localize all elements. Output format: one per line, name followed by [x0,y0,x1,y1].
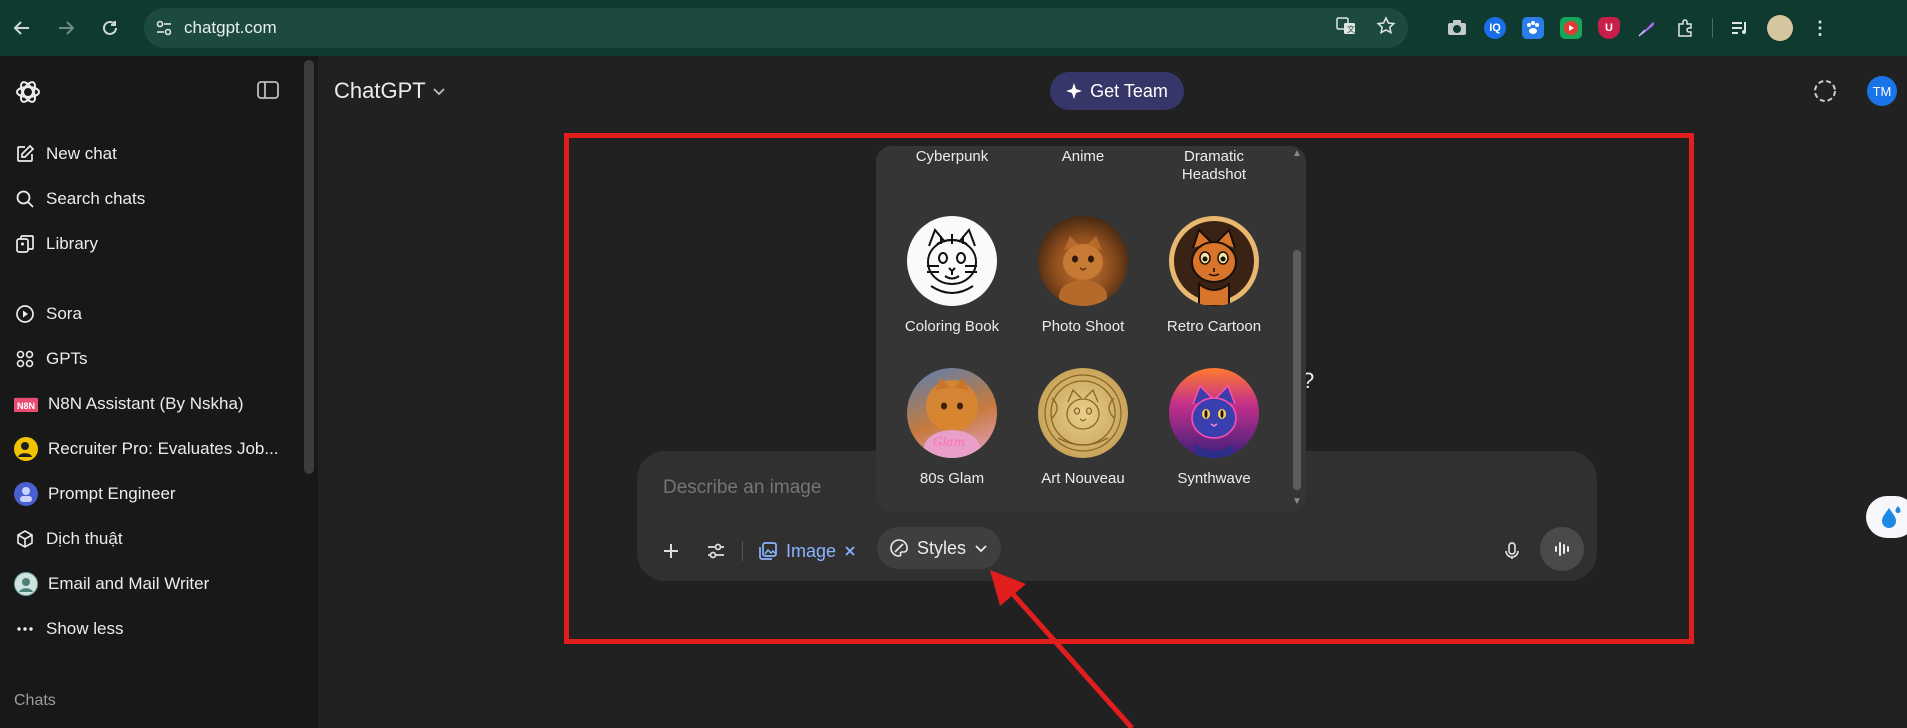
library-icon [14,233,36,255]
model-name: ChatGPT [334,78,426,103]
video-extension-icon[interactable] [1560,17,1582,39]
annotation-arrow-icon [990,570,1134,728]
paw-extension-icon[interactable] [1522,17,1544,39]
annotation-highlight-box [564,133,1694,644]
sidebar-item-sora[interactable]: Sora [10,296,304,332]
chats-section-label: Chats [14,692,56,709]
sidebar-item-label: Search chats [46,189,146,208]
sidebar-item-n8n-assistant[interactable]: N8N N8N Assistant (By Nskha) [10,386,304,422]
prompt-engineer-avatar [14,482,38,506]
feather-extension-icon[interactable] [1636,17,1658,39]
arrow-left-icon [13,21,29,35]
sidebar-item-email-writer[interactable]: Email and Mail Writer [10,566,304,602]
user-avatar[interactable]: TM [1867,76,1897,106]
browser-toolbar: chatgpt.com 文 IQ U ⋮ [0,0,1907,56]
sidebar-show-less[interactable]: Show less [10,611,304,647]
sidebar-item-label: Prompt Engineer [48,484,176,503]
url-text: chatgpt.com [184,18,277,37]
sidebar-item-gpts[interactable]: GPTs [10,341,304,377]
model-selector[interactable]: ChatGPT [334,76,446,106]
openai-logo-icon[interactable] [14,78,42,106]
grid-icon [14,348,36,370]
play-circle-icon [14,303,36,325]
sidebar-item-search-chats[interactable]: Search chats [10,181,304,217]
bookmark-star-icon[interactable] [1376,15,1396,41]
sidebar-item-recruiter-pro[interactable]: Recruiter Pro: Evaluates Job... [10,431,304,467]
translate-icon[interactable]: 文 [1336,16,1356,41]
sidebar-item-label: N8N Assistant (By Nskha) [48,394,244,413]
sidebar-item-label: GPTs [46,349,88,368]
n8n-avatar: N8N [14,397,38,412]
browser-profile-avatar[interactable] [1767,15,1793,41]
reload-button[interactable] [92,10,128,46]
back-button[interactable] [4,10,40,46]
sidebar-item-label: Show less [46,619,124,638]
media-queue-icon[interactable] [1729,17,1751,39]
svg-text:N8N: N8N [17,401,35,411]
cube-icon [14,528,36,550]
compose-icon [14,143,36,165]
sidebar-item-label: Dịch thuật [46,529,123,548]
arrow-right-icon [59,21,75,35]
forward-button[interactable] [48,10,84,46]
search-icon [14,188,36,210]
water-drop-icon [1882,506,1901,528]
more-horizontal-icon [14,618,36,640]
toolbar-divider [1712,18,1713,38]
iq-extension-icon[interactable]: IQ [1484,17,1506,39]
get-team-label: Get Team [1090,80,1168,101]
sidebar-toggle-icon[interactable] [256,80,280,100]
recruiter-avatar [14,437,38,461]
camera-extension-icon[interactable] [1446,17,1468,39]
sidebar-item-new-chat[interactable]: New chat [10,136,304,172]
chevron-down-icon [433,88,445,96]
sidebar-item-label: Sora [46,304,82,323]
sidebar: New chat Search chats Library Sora GPTs … [0,56,318,728]
svg-text:文: 文 [1347,24,1355,34]
sidebar-item-dich-thuat[interactable]: Dịch thuật [10,521,304,557]
temporary-chat-icon[interactable] [1812,78,1838,104]
sparkle-icon [1066,83,1083,99]
get-team-button[interactable]: Get Team [1050,72,1184,110]
address-bar[interactable]: chatgpt.com 文 [144,8,1408,48]
sidebar-item-label: Email and Mail Writer [48,574,210,593]
puzzle-extensions-icon[interactable] [1674,17,1696,39]
browser-menu-icon[interactable]: ⋮ [1809,17,1831,39]
site-info-icon[interactable] [144,8,184,48]
ublock-extension-icon[interactable]: U [1598,17,1620,39]
sidebar-item-prompt-engineer[interactable]: Prompt Engineer [10,476,304,512]
email-writer-avatar [14,572,38,596]
sidebar-scrollbar[interactable] [304,60,314,474]
sidebar-item-label: Recruiter Pro: Evaluates Job... [48,439,279,458]
sidebar-item-label: New chat [46,144,117,163]
sidebar-item-library[interactable]: Library [10,226,304,262]
reload-icon [103,20,117,35]
sidebar-item-label: Library [46,234,98,253]
floating-extension-badge[interactable] [1866,496,1907,538]
